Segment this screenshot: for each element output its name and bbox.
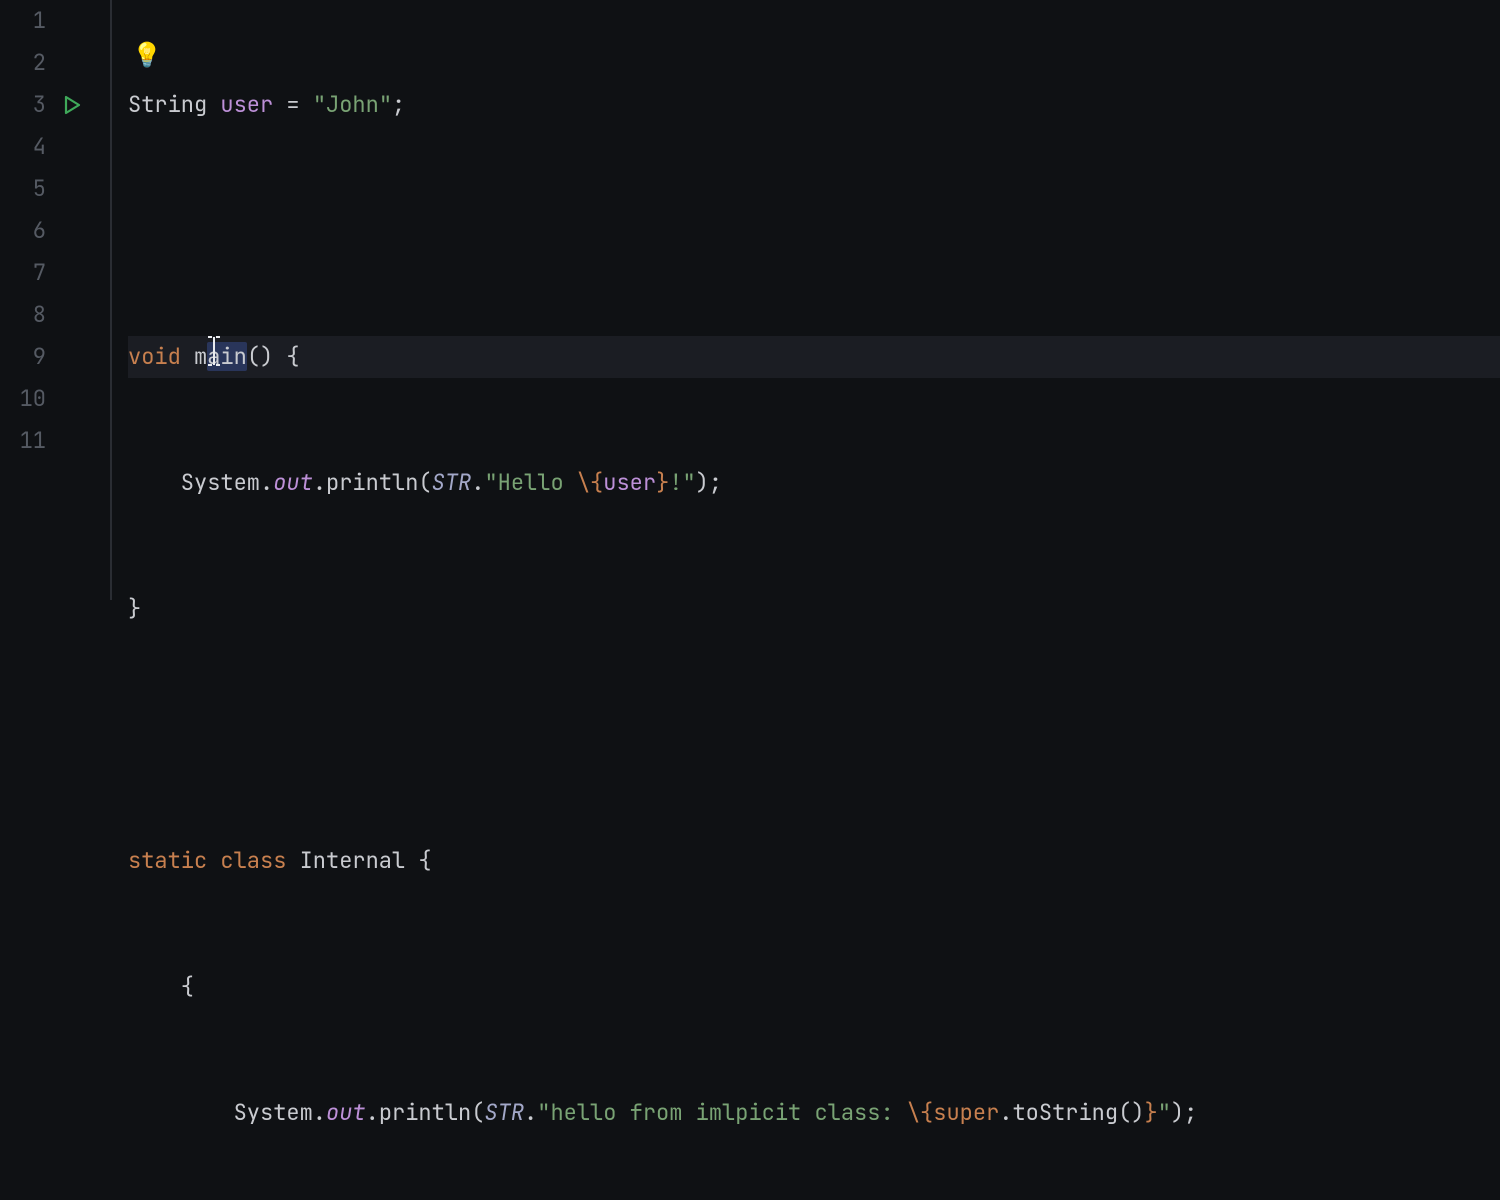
line-number[interactable]: 5 (0, 168, 110, 210)
token-string: "John" (313, 90, 392, 119)
token-field: out (326, 1098, 366, 1127)
token-operator: = (286, 90, 312, 119)
line-number[interactable]: 6 (0, 210, 110, 252)
token-escape: \{ (577, 468, 603, 497)
line-number[interactable]: 7 (0, 252, 110, 294)
lightbulb-intention-icon[interactable]: 💡 (132, 44, 162, 68)
token-method: m (194, 342, 207, 371)
token-escape: } (1144, 1098, 1157, 1127)
run-gutter-icon[interactable] (60, 93, 84, 117)
line-number[interactable]: 9 (0, 336, 110, 378)
editor-gutter: 1 2 3 4 5 6 7 8 9 10 11 (0, 0, 112, 600)
code-line[interactable]: static class Internal { (128, 840, 1500, 882)
text-cursor-icon (207, 336, 221, 366)
token-plain: System. (128, 468, 273, 497)
token-punct: ); (1171, 1098, 1197, 1127)
token-punct: { (128, 972, 194, 1001)
token-identifier: user (603, 468, 656, 497)
token-keyword: super (933, 1098, 999, 1127)
token-keyword: void (128, 342, 194, 371)
token-string: !" (669, 468, 695, 497)
code-line[interactable] (128, 714, 1500, 756)
line-number[interactable]: 8 (0, 294, 110, 336)
line-number[interactable]: 2 (0, 42, 110, 84)
token-field: out (273, 468, 313, 497)
token-plain: .println( (313, 468, 432, 497)
token-escape: \{ (907, 1098, 933, 1127)
token-punct: . (524, 1098, 537, 1127)
code-line[interactable]: String user = "John"; (128, 84, 1500, 126)
token-type: String (128, 90, 220, 119)
token-plain: .toString() (999, 1098, 1144, 1127)
token-plain: .println( (366, 1098, 485, 1127)
token-string: "Hello (484, 468, 576, 497)
token-keyword: static class (128, 846, 300, 875)
code-line-active[interactable]: void main() { (128, 336, 1500, 378)
line-number[interactable]: 10 (0, 378, 110, 420)
token-type: Internal (300, 846, 419, 875)
token-punct: { (418, 846, 431, 875)
code-line[interactable]: { (128, 966, 1500, 1008)
token-escape: } (656, 468, 669, 497)
token-plain: System. (128, 1098, 326, 1127)
token-punct: } (128, 594, 141, 623)
code-line[interactable]: System.out.println(STR."Hello \{user}!")… (128, 462, 1500, 504)
token-punct: ); (696, 468, 722, 497)
line-number[interactable]: 4 (0, 126, 110, 168)
token-punct: ; (392, 90, 405, 119)
token-static: STR (432, 468, 472, 497)
code-line[interactable]: System.out.println(STR."hello from imlpi… (128, 1092, 1500, 1134)
token-string: " (1158, 1098, 1171, 1127)
token-punct: . (471, 468, 484, 497)
code-editor[interactable]: String user = "John"; void main() { Syst… (112, 0, 1500, 600)
code-line[interactable] (128, 210, 1500, 252)
token-punct: () { (247, 342, 300, 371)
token-string: "hello from imlpicit class: (537, 1098, 907, 1127)
line-number[interactable]: 1 (0, 0, 110, 42)
token-static: STR (484, 1098, 524, 1127)
token-identifier: user (220, 90, 286, 119)
code-line[interactable]: } (128, 588, 1500, 630)
line-number[interactable]: 3 (0, 84, 110, 126)
line-number[interactable]: 11 (0, 420, 110, 462)
